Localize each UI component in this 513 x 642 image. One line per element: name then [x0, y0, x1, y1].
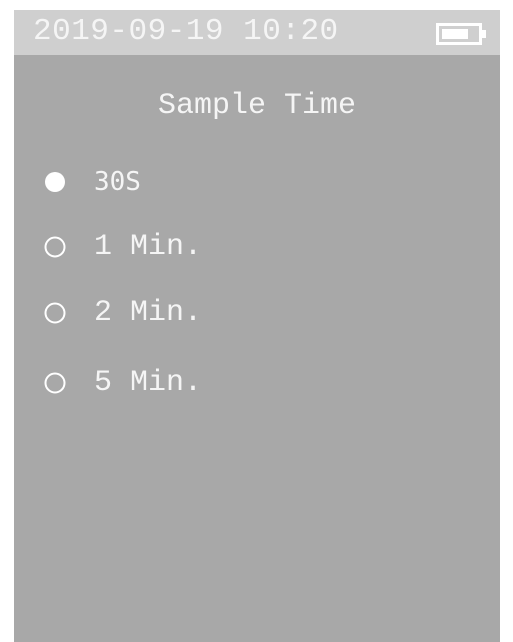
radio-unselected-icon	[44, 372, 66, 394]
option-label: 1 Min.	[94, 230, 203, 264]
option-2-min[interactable]: 2 Min.	[44, 293, 444, 333]
battery-icon	[436, 23, 486, 45]
screen-title: Sample Time	[157, 89, 357, 123]
option-5-min[interactable]: 5 Min.	[44, 363, 444, 403]
option-label: 2 Min.	[94, 296, 203, 330]
datetime-display: 2019-09-19 10:20	[33, 14, 339, 49]
status-bar: 2019-09-19 10:20	[14, 10, 500, 55]
device-screen: 2019-09-19 10:20 Sample Time 30S 1 Min. …	[14, 10, 500, 642]
radio-unselected-icon	[44, 302, 66, 324]
option-30s[interactable]: 30S	[44, 162, 444, 202]
radio-unselected-icon	[44, 236, 66, 258]
option-label: 5 Min.	[94, 366, 203, 400]
radio-selected-icon	[45, 172, 65, 192]
option-1-min[interactable]: 1 Min.	[44, 227, 444, 267]
option-label: 30S	[94, 167, 141, 197]
